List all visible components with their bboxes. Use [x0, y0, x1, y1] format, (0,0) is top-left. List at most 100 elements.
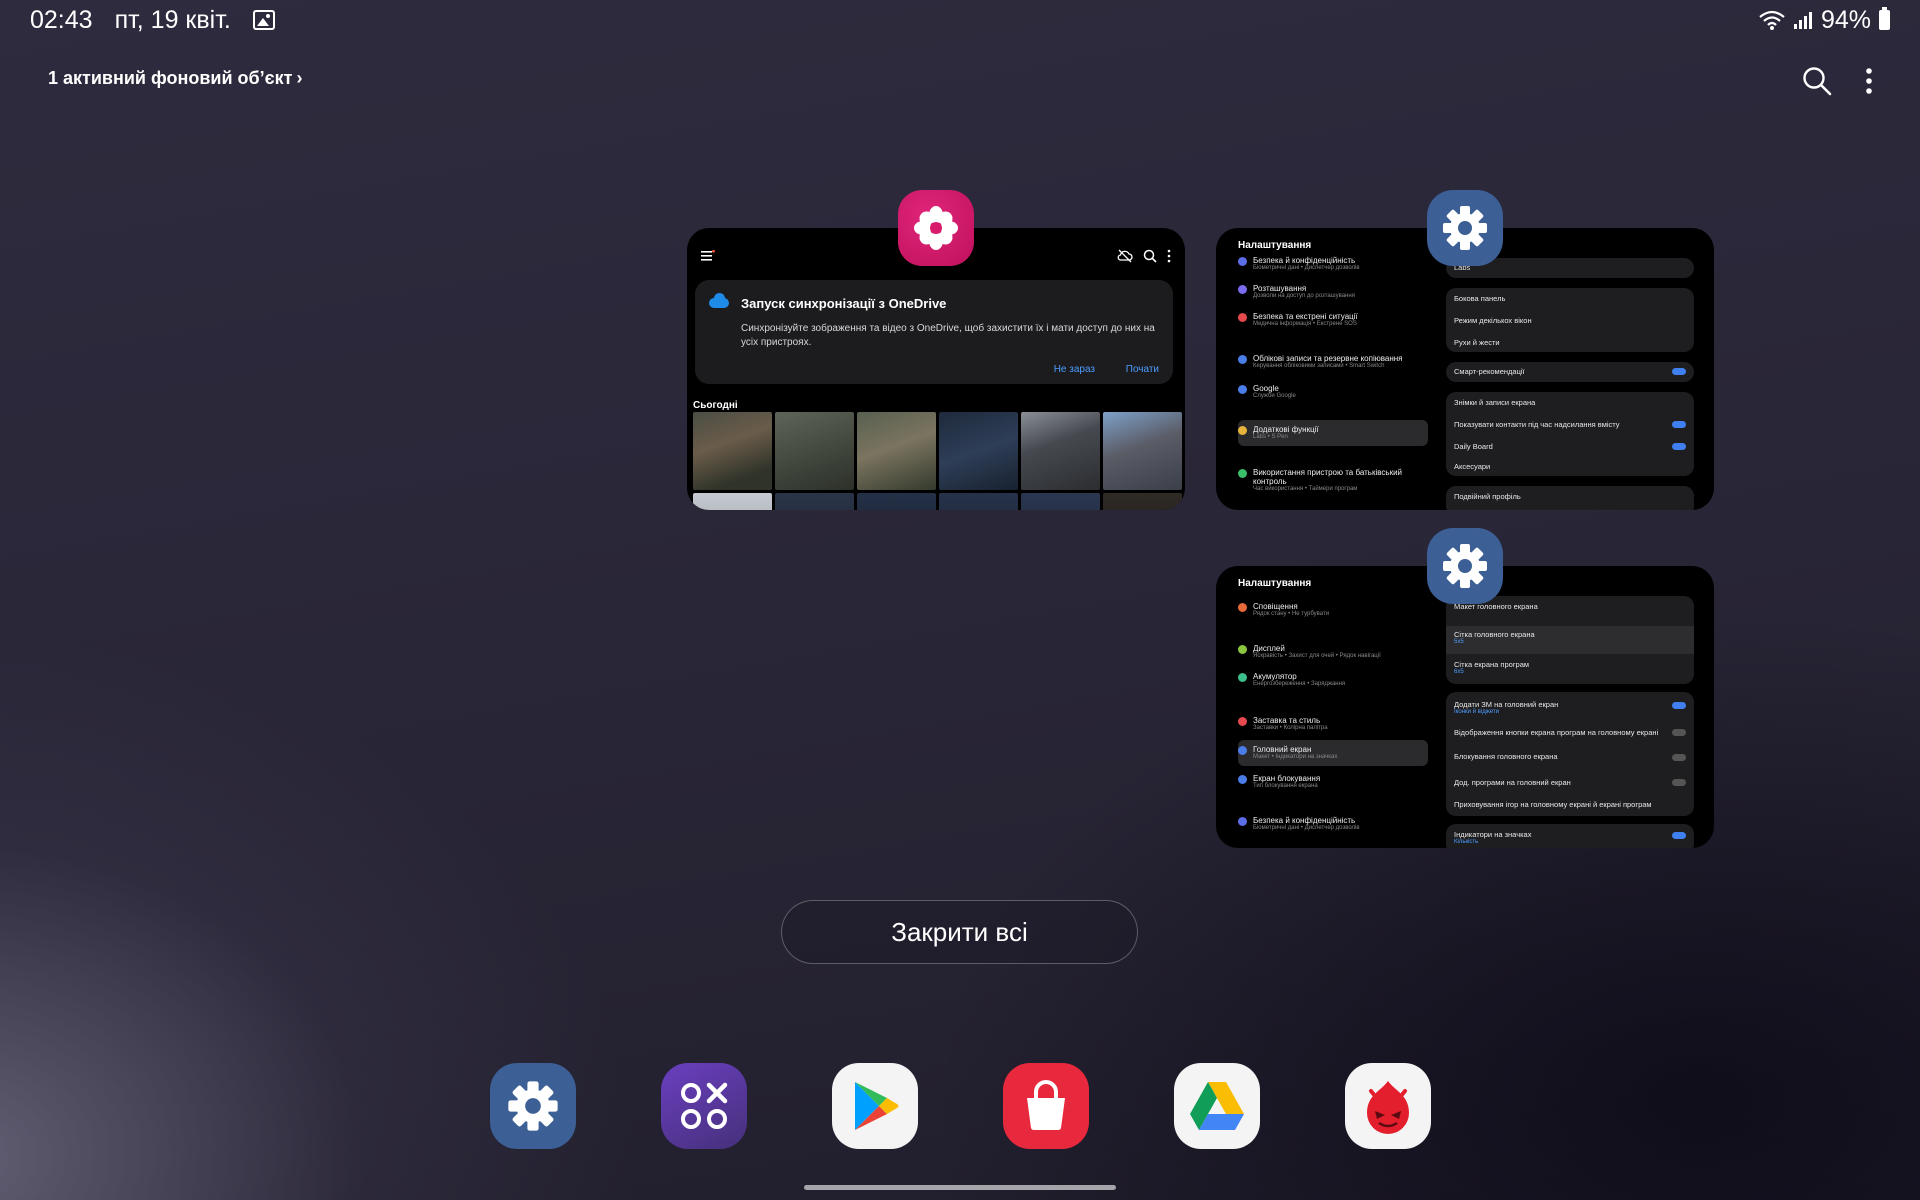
status-indicators: 94% — [1759, 4, 1890, 36]
gallery-app-badge[interactable] — [898, 190, 974, 266]
setting-item[interactable]: Відображення кнопки екрана програм на го… — [1454, 728, 1674, 737]
settings-list-item[interactable]: Безпека й конфіденційність Біометричні да… — [1238, 816, 1360, 831]
toggle-switch[interactable] — [1672, 702, 1686, 709]
recent-app-card-gallery[interactable]: Запуск синхронізації з OneDrive Синхроні… — [687, 228, 1185, 510]
setting-item[interactable]: Смарт-рекомендації — [1454, 367, 1525, 376]
settings-title: Налаштування — [1238, 240, 1312, 251]
close-all-button[interactable]: Закрити всі — [781, 900, 1138, 964]
settings-app-badge[interactable] — [1427, 190, 1503, 266]
settings-list-item[interactable]: Використання пристрою та батьківський ко… — [1238, 468, 1424, 492]
photo-thumbnail[interactable] — [939, 493, 1018, 510]
setting-item[interactable]: Знімки й записи екрана — [1454, 398, 1535, 407]
toggle-switch[interactable] — [1672, 779, 1686, 786]
settings-group: Знімки й записи екрана Показувати контак… — [1446, 392, 1694, 476]
banner-title: Запуск синхронізації з OneDrive — [741, 296, 947, 311]
recent-app-card-settings-1[interactable]: Налаштування Безпека й конфіденційність Б… — [1216, 228, 1714, 510]
settings-list-item[interactable]: Безпека й конфіденційність Біометричні да… — [1238, 256, 1360, 271]
settings-list-item[interactable]: Безпека та екстрені ситуації Медична інфо… — [1238, 312, 1358, 327]
dock-play-store[interactable] — [832, 1063, 918, 1149]
settings-list-item[interactable]: Екран блокування Тип блокування екрана — [1238, 774, 1320, 789]
setting-item[interactable]: Сітка головного екрана 5x5 — [1454, 630, 1535, 645]
search-button[interactable] — [1798, 62, 1836, 100]
dock-game-launcher[interactable] — [661, 1063, 747, 1149]
photo-thumbnail[interactable] — [1021, 412, 1100, 490]
settings-menu-list: Налаштування Сповіщення Рядок стану • Не … — [1226, 566, 1428, 848]
section-today: Сьогодні — [693, 400, 738, 411]
not-now-button[interactable]: Не зараз — [1054, 364, 1095, 375]
photo-thumbnail[interactable] — [775, 493, 854, 510]
photo-thumbnail[interactable] — [857, 493, 936, 510]
settings-list-item[interactable]: Акумулятор Енергозбереження • Заряджання — [1238, 672, 1345, 687]
setting-item[interactable]: Приховування ігор на головному екрані й … — [1454, 800, 1652, 809]
photo-thumbnail[interactable] — [693, 493, 772, 510]
settings-list-item[interactable]: Облікові записи та резервне копіювання Ке… — [1238, 354, 1403, 369]
photo-thumbnail[interactable] — [857, 412, 936, 490]
setting-item[interactable]: Daily Board — [1454, 442, 1493, 451]
navigation-gesture-handle[interactable] — [804, 1185, 1116, 1190]
photo-thumbnail[interactable] — [693, 412, 772, 490]
setting-item[interactable]: Додати ЗМ на головний екран Іконки й відж… — [1454, 700, 1558, 715]
settings-list-item[interactable]: Дисплей Яскравість • Захист для очей • Ря… — [1238, 644, 1381, 659]
setting-item[interactable]: Режим декількох вікон — [1454, 316, 1532, 325]
settings-list-item[interactable]: Google Служби Google — [1238, 384, 1296, 399]
status-bar: 02:43 пт, 19 квіт. 94% — [30, 4, 1890, 36]
setting-item[interactable]: Бокова панель — [1454, 294, 1505, 303]
recent-app-card-settings-2[interactable]: Налаштування Сповіщення Рядок стану • Не … — [1216, 566, 1714, 848]
menu-icon[interactable] — [701, 250, 715, 262]
photo-thumbnail[interactable] — [1103, 493, 1182, 510]
background-link-label: 1 активний фоновий об’єкт — [48, 68, 293, 88]
settings-group: Макет головного екрана Сітка головного е… — [1446, 596, 1694, 684]
photo-thumbnail[interactable] — [1021, 493, 1100, 510]
image-notification-icon — [252, 10, 275, 30]
dock-galaxy-store[interactable] — [1003, 1063, 1089, 1149]
date: пт, 19 квіт. — [114, 5, 231, 34]
banner-description: Синхронізуйте зображення та відео з OneD… — [741, 323, 1155, 348]
galaxy-store-icon — [1027, 1080, 1065, 1130]
photo-thumbnail[interactable] — [939, 412, 1018, 490]
settings-group: Бокова панель Режим декількох вікон Рухи… — [1446, 288, 1694, 352]
settings-list-item[interactable]: Розташування Дозволи на доступ до розташу… — [1238, 284, 1355, 299]
setting-item[interactable]: Сітка екрана програм 6x5 — [1454, 660, 1529, 675]
settings-group: Смарт-рекомендації — [1446, 362, 1694, 382]
settings-list-item[interactable]: Сповіщення Рядок стану • Не турбувати — [1238, 602, 1329, 617]
more-options-button[interactable] — [1850, 62, 1888, 100]
more-vert-icon[interactable] — [1167, 249, 1171, 263]
play-store-icon — [855, 1082, 899, 1130]
setting-item[interactable]: Блокування головного екрана — [1454, 752, 1558, 761]
toggle-switch[interactable] — [1672, 368, 1686, 375]
setting-item[interactable]: Дод. програми на головний екран — [1454, 778, 1571, 787]
active-background-object-link[interactable]: 1 активний фоновий об’єкт › — [48, 68, 302, 89]
chevron-right-icon: › — [296, 68, 303, 88]
gallery-flower-icon — [914, 206, 958, 250]
dock-google-drive[interactable] — [1174, 1063, 1260, 1149]
antutu-icon — [1367, 1081, 1409, 1134]
setting-item[interactable]: Показувати контакти під час надсилання в… — [1454, 420, 1620, 429]
battery-percent: 94% — [1820, 5, 1871, 34]
toggle-switch[interactable] — [1672, 754, 1686, 761]
toggle-switch[interactable] — [1672, 832, 1686, 839]
onedrive-sync-banner: Запуск синхронізації з OneDrive Синхроні… — [695, 280, 1173, 384]
cloud-off-icon[interactable] — [1117, 249, 1133, 263]
setting-item[interactable]: Індикатори на значках Кількість — [1454, 830, 1531, 845]
settings-list-item[interactable]: Додаткові функції Labs • S Pen — [1238, 425, 1319, 440]
setting-item[interactable]: Рухи й жести — [1454, 338, 1500, 347]
photo-thumbnail[interactable] — [1103, 412, 1182, 490]
search-icon[interactable] — [1143, 249, 1157, 263]
settings-list-item[interactable]: Заставка та стиль Заставки • Колірна палі… — [1238, 716, 1328, 731]
settings-app-badge[interactable] — [1427, 528, 1503, 604]
photo-grid — [693, 412, 1182, 510]
setting-item[interactable]: Аксесуари — [1454, 462, 1490, 471]
photo-thumbnail[interactable] — [775, 412, 854, 490]
dock-antutu[interactable] — [1345, 1063, 1431, 1149]
dock-settings[interactable] — [490, 1063, 576, 1149]
toggle-switch[interactable] — [1672, 443, 1686, 450]
settings-menu-list: Налаштування Безпека й конфіденційність Б… — [1226, 228, 1428, 510]
settings-group: Додати ЗМ на головний екран Іконки й відж… — [1446, 692, 1694, 816]
setting-item[interactable]: Подвійний профіль — [1454, 492, 1521, 501]
toggle-switch[interactable] — [1672, 421, 1686, 428]
gear-icon — [1443, 544, 1487, 588]
clock: 02:43 — [30, 5, 93, 34]
start-button[interactable]: Почати — [1126, 364, 1159, 375]
settings-list-item[interactable]: Головний екран Макет • Індикатори на знач… — [1238, 745, 1337, 760]
toggle-switch[interactable] — [1672, 729, 1686, 736]
